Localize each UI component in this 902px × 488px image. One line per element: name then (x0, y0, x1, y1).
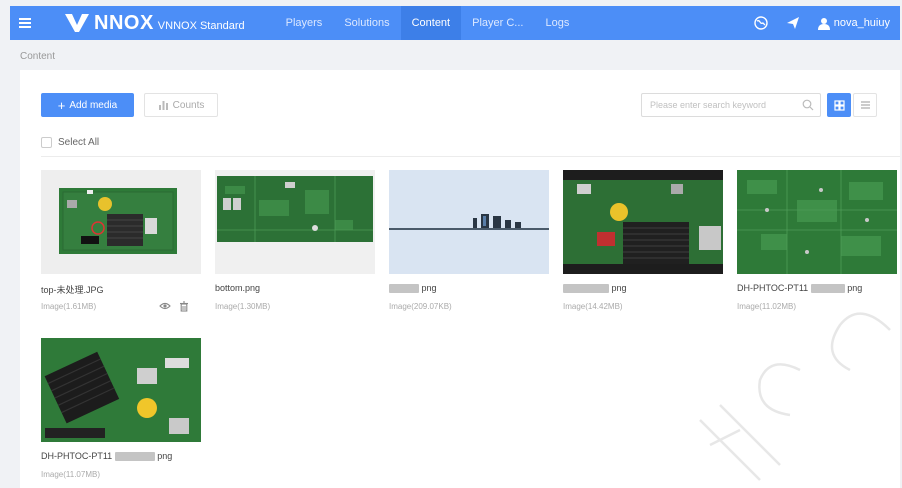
redacted-text (810, 284, 845, 294)
media-size: Image(11.07MB) (41, 469, 100, 479)
nav-item-logs[interactable]: Logs (534, 6, 580, 40)
media-name-ext: png (847, 283, 863, 293)
media-card[interactable]: DH-PHTOC-PT11 png Image(11.02MB) (737, 170, 897, 312)
media-size: Image(1.30MB) (215, 301, 271, 311)
media-name-ext: png (157, 451, 173, 461)
media-thumbnail[interactable] (737, 170, 897, 274)
media-name: top-未处理.JPG (41, 285, 104, 295)
media-name: DH-PHTOC-PT11 png (41, 451, 201, 463)
counts-button[interactable]: Counts (144, 93, 218, 117)
media-size: Image(11.02MB) (737, 301, 796, 311)
plus-icon: + (57, 97, 66, 113)
paper-plane-icon[interactable] (786, 16, 800, 30)
media-name: DH-PHTOC-PT11 png (737, 283, 897, 295)
media-name-prefix: DH-PHTOC-PT11 (737, 283, 809, 293)
media-name: bottom.png (215, 283, 261, 293)
bar-chart-icon (158, 101, 168, 110)
username-label[interactable]: nova_huiuy (834, 17, 890, 29)
media-meta: Image(209.07KB) (389, 300, 549, 312)
logo-v-icon (65, 14, 89, 32)
grid-view-icon (833, 99, 845, 111)
media-thumbnail[interactable] (389, 170, 549, 274)
grid-view-button[interactable] (827, 93, 851, 117)
media-card[interactable]: png Image(209.07KB) (389, 170, 549, 312)
card-actions (159, 300, 189, 312)
select-all[interactable]: Select All (41, 137, 99, 148)
main-nav: Players Solutions Content Player C... Lo… (275, 6, 581, 40)
hamburger-icon[interactable] (10, 6, 40, 40)
search-icon[interactable] (802, 99, 814, 111)
redacted-text (563, 284, 609, 294)
list-view-icon (860, 101, 870, 109)
breadcrumb: Content (20, 51, 56, 62)
media-name: png (563, 283, 723, 295)
globe-icon[interactable] (754, 16, 768, 30)
user-icon[interactable]: nova_huiuy (817, 17, 890, 30)
media-name-prefix: DH-PHTOC-PT11 (41, 451, 113, 461)
search-box (641, 93, 821, 117)
search-input[interactable] (642, 100, 792, 110)
media-meta: Image(14.42MB) (563, 300, 723, 312)
media-thumbnail[interactable] (563, 170, 723, 274)
divider (41, 156, 900, 157)
redacted-text (389, 284, 419, 294)
app-logo[interactable]: NNOX VNNOX Standard (64, 12, 245, 35)
header-tools: nova_huiuy (736, 6, 900, 40)
select-all-label: Select All (58, 137, 100, 148)
add-media-label: Add media (69, 99, 118, 111)
media-card[interactable]: png Image(14.42MB) (563, 170, 723, 312)
logo-edition-text: VNNOX Standard (157, 20, 245, 32)
logo-brand-text: NNOX (94, 11, 154, 34)
media-meta: Image(11.02MB) (737, 300, 897, 312)
media-size: Image(1.61MB) (41, 301, 97, 311)
media-size: Image(209.07KB) (389, 301, 452, 311)
media-size: Image(14.42MB) (563, 301, 623, 311)
nav-item-solutions[interactable]: Solutions (333, 6, 400, 40)
nav-item-players[interactable]: Players (275, 6, 334, 40)
media-card[interactable]: top-未处理.JPG Image(1.61MB) (41, 170, 201, 312)
media-name: png (389, 283, 549, 295)
content-toolbar: + Add media Counts (41, 93, 900, 117)
media-card[interactable]: DH-PHTOC-PT11 png Image(11.07MB) (41, 338, 201, 480)
media-meta: Image(1.61MB) (41, 300, 201, 312)
eye-icon[interactable] (159, 301, 171, 311)
media-thumbnail[interactable] (41, 170, 201, 274)
nav-item-player-control[interactable]: Player C... (461, 6, 534, 40)
media-name-ext: png (611, 283, 627, 293)
content-panel: + Add media Counts Select All (20, 70, 900, 488)
media-meta: Image(11.07MB) (41, 468, 201, 480)
select-all-checkbox[interactable] (41, 137, 52, 148)
media-thumbnail[interactable] (41, 338, 201, 442)
trash-icon[interactable] (179, 300, 189, 312)
redacted-text (114, 452, 155, 462)
top-navigation-bar: NNOX VNNOX Standard Players Solutions Co… (10, 6, 900, 40)
media-thumbnail[interactable] (215, 170, 375, 274)
counts-label: Counts (172, 99, 205, 111)
media-name-ext: png (421, 283, 437, 293)
list-view-button[interactable] (853, 93, 877, 117)
nav-item-content[interactable]: Content (400, 6, 462, 40)
media-meta: Image(1.30MB) (215, 300, 375, 312)
media-card[interactable]: bottom.png Image(1.30MB) (215, 170, 375, 312)
add-media-button[interactable]: + Add media (41, 93, 134, 117)
